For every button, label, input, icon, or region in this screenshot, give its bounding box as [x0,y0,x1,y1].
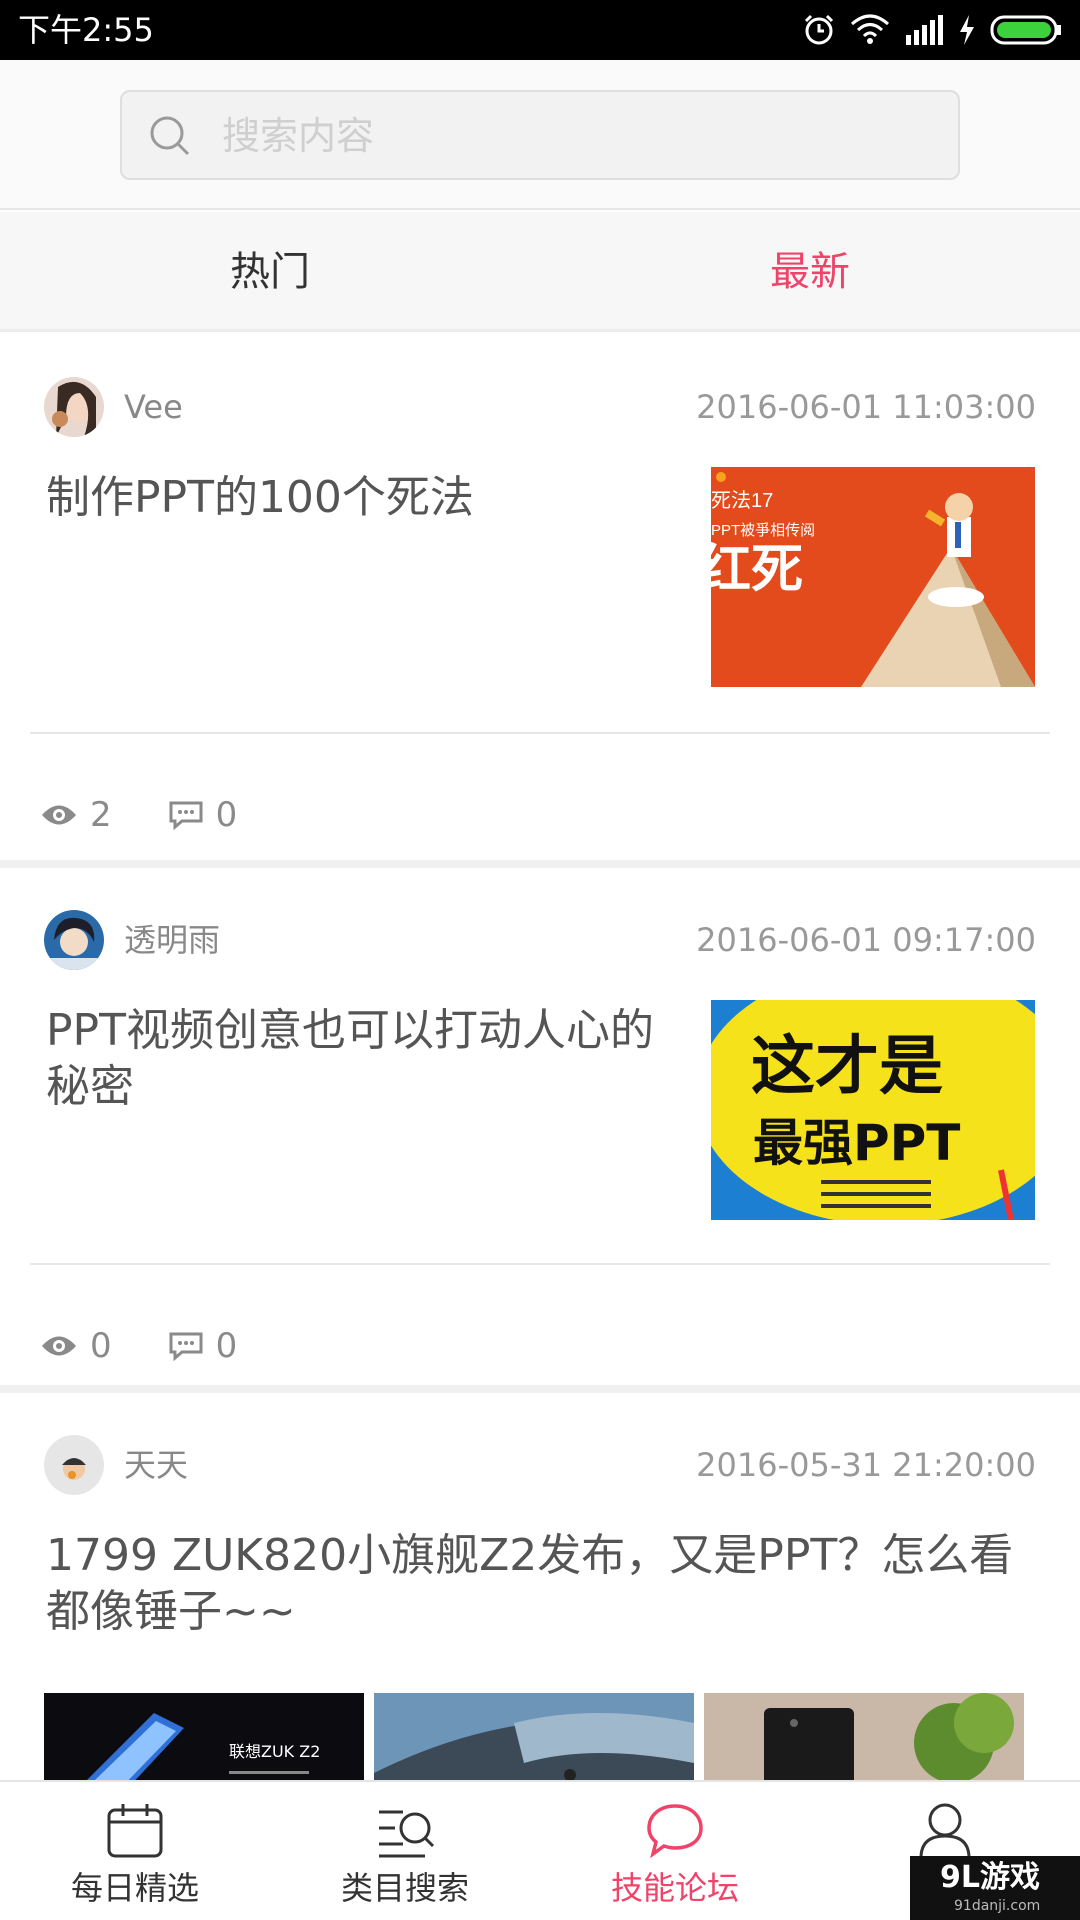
thumb-caption-3: 红死 [711,540,803,600]
nav-label: 类目搜索 [340,1869,469,1907]
avatar[interactable] [44,910,104,970]
post-card[interactable]: 天天 2016-05-31 21:20:00 1799 ZUK820小旗舰Z2发… [0,1385,1080,1780]
thumb-caption-1: 死法17 [711,489,773,512]
image-caption: 联想ZUK Z2 [229,1742,320,1761]
nav-daily-picks[interactable]: 每日精选 [0,1782,270,1920]
calendar-icon [107,1804,163,1858]
watermark-site: 91danji.com [954,1898,1041,1914]
watermark-brand: 9L游戏 [940,1860,1040,1895]
wifi-icon [851,14,889,44]
status-bar: 下午2:55 [0,0,1080,60]
comment-count: 0 [215,795,238,835]
post-card[interactable]: 透明雨 2016-06-01 09:17:00 PPT视频创意也可以打动人心的秘… [0,860,1080,1385]
avatar[interactable] [44,377,104,437]
charging-icon [960,15,974,45]
comment-icon [169,1332,203,1361]
nav-label: 技能论坛 [610,1869,739,1907]
search-icon [150,116,190,156]
chat-bubble-icon [647,1804,703,1859]
post-author: 天天 [124,1446,189,1484]
category-search-icon [379,1810,435,1858]
nav-label: 每日精选 [70,1869,199,1907]
post-title[interactable]: 制作PPT的100个死法 [46,470,676,526]
post-card[interactable]: Vee 2016-06-01 11:03:00 制作PPT的100个死法 死法1… [0,335,1080,860]
post-author: Vee [124,388,183,426]
post-thumbnail[interactable]: 这才是 最强PPT [711,1000,1035,1220]
alarm-icon [804,14,834,45]
eye-icon [42,1336,76,1356]
divider [30,1263,1050,1265]
search-header: 搜索内容 [0,60,1080,210]
post-image[interactable] [704,1693,1024,1780]
tab-hot[interactable]: 热门 [0,212,540,332]
person-icon [919,1803,971,1859]
post-image[interactable]: 联想ZUK Z2 [44,1693,364,1780]
post-author: 透明雨 [124,921,221,959]
post-thumbnail[interactable]: 死法17 PPT被爭相传阅 红死 [711,467,1035,687]
signal-icon [906,15,943,45]
comment-count: 0 [215,1326,238,1366]
battery-icon [990,15,1061,45]
post-date: 2016-06-01 09:17:00 [696,921,1036,959]
avatar[interactable] [44,1435,104,1495]
search-placeholder: 搜索内容 [222,114,375,158]
post-title[interactable]: PPT视频创意也可以打动人心的秘密 [46,1003,676,1115]
post-date: 2016-06-01 11:03:00 [696,388,1036,426]
comment-icon [169,801,203,830]
eye-icon [42,805,76,825]
post-feed[interactable]: Vee 2016-06-01 11:03:00 制作PPT的100个死法 死法1… [0,335,1080,1780]
watermark-logo: 9L游戏 91danji.com [910,1856,1080,1920]
nav-category-search[interactable]: 类目搜索 [270,1782,540,1920]
post-date: 2016-05-31 21:20:00 [696,1446,1036,1484]
status-icons [802,10,1062,50]
divider [30,732,1050,734]
nav-skill-forum[interactable]: 技能论坛 [540,1782,810,1920]
view-count: 2 [90,795,112,835]
thumb-caption-1: 这才是 [751,1030,943,1104]
post-stats: 0 0 [40,1321,237,1371]
search-input[interactable]: 搜索内容 [120,90,960,180]
status-time: 下午2:55 [18,11,154,49]
view-count: 0 [90,1326,112,1366]
post-image-grid: 联想ZUK Z2 [44,1693,1036,1780]
tab-latest[interactable]: 最新 [540,212,1080,332]
thumb-caption-2: 最强PPT [753,1114,960,1172]
thumb-caption-2: PPT被爭相传阅 [711,522,815,539]
post-title[interactable]: 1799 ZUK820小旗舰Z2发布，又是PPT？怎么看都像锤子~~ [46,1528,1036,1640]
post-image[interactable] [374,1693,694,1780]
tab-bar: 热门 最新 [0,212,1080,332]
post-stats: 2 0 [40,790,237,840]
